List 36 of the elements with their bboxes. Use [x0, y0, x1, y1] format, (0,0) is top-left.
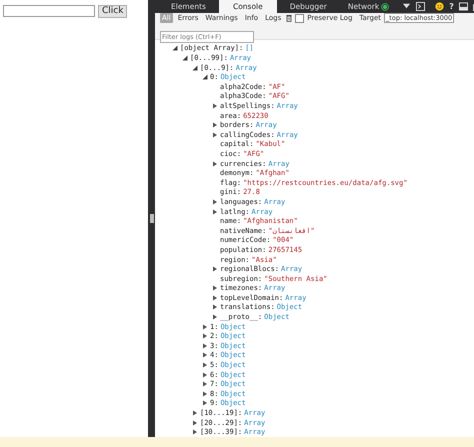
collapsed-triangle-icon[interactable]	[212, 208, 218, 215]
collapsed-triangle-icon[interactable]	[202, 362, 208, 368]
collapsed-triangle-icon[interactable]	[202, 400, 208, 406]
text-field[interactable]	[3, 5, 95, 17]
expanded-triangle-icon[interactable]	[192, 64, 198, 71]
collapsed-triangle-icon[interactable]	[212, 266, 218, 272]
collapsed-triangle-icon[interactable]	[212, 160, 218, 167]
smiley-icon[interactable]	[435, 2, 444, 11]
click-button[interactable]: Click	[98, 4, 128, 18]
collapsed-triangle-icon[interactable]	[212, 285, 218, 292]
collapsed-triangle-icon[interactable]	[212, 103, 218, 110]
dock-icon[interactable]	[458, 2, 468, 11]
collapsed-triangle-icon[interactable]	[202, 333, 208, 340]
grip-handle[interactable]	[150, 214, 154, 223]
trash-icon[interactable]	[286, 14, 292, 22]
collapsed-triangle-icon[interactable]	[212, 304, 218, 310]
console-prompt-icon[interactable]	[416, 2, 426, 11]
collapsed-triangle-icon[interactable]	[202, 381, 208, 388]
expanded-triangle-icon[interactable]	[172, 45, 178, 52]
collapsed-triangle-icon[interactable]	[202, 390, 208, 397]
expanded-triangle-icon[interactable]	[202, 74, 208, 80]
preserve-log-checkbox[interactable]	[295, 14, 304, 23]
collapsed-triangle-icon[interactable]	[202, 372, 208, 378]
collapsed-triangle-icon[interactable]	[212, 198, 218, 205]
collapsed-triangle-icon[interactable]	[192, 420, 198, 426]
collapsed-triangle-icon[interactable]	[192, 429, 198, 436]
collapsed-triangle-icon[interactable]	[202, 342, 208, 349]
collapsed-triangle-icon[interactable]	[212, 314, 218, 320]
collapsed-triangle-icon[interactable]	[212, 294, 218, 301]
help-button[interactable]: ?	[449, 2, 454, 11]
collapsed-triangle-icon[interactable]	[202, 352, 208, 358]
collapsed-triangle-icon[interactable]	[192, 410, 198, 416]
expanded-triangle-icon[interactable]	[182, 55, 188, 62]
collapsed-triangle-icon[interactable]	[212, 122, 218, 128]
collapsed-triangle-icon[interactable]	[212, 132, 218, 138]
collapsed-triangle-icon[interactable]	[202, 324, 208, 330]
